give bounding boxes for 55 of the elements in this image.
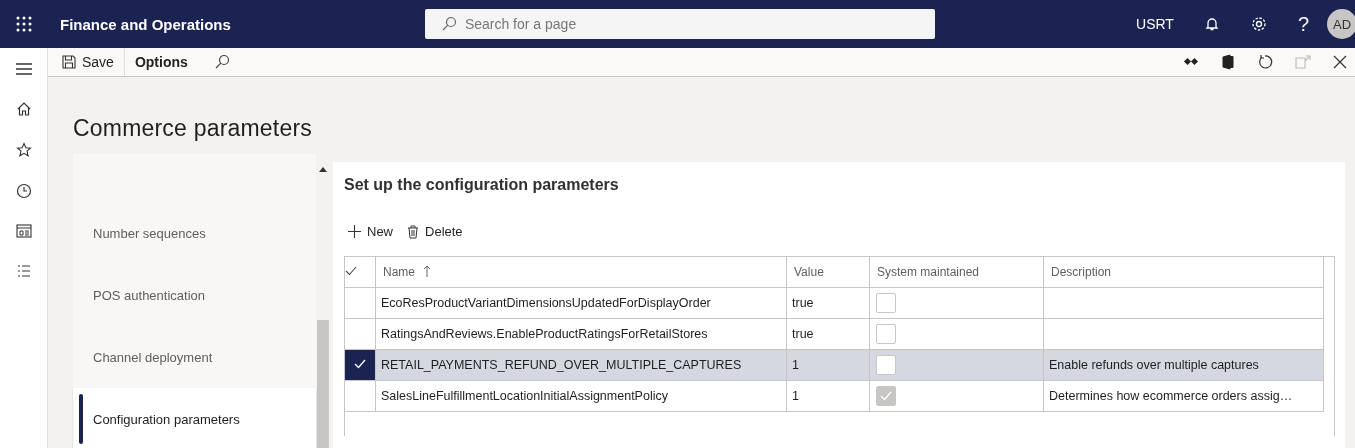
save-icon [62,55,76,69]
checkmark-icon [879,390,893,402]
row-selector[interactable] [345,349,376,381]
table-cell: true [786,287,870,319]
help-button[interactable]: ? [1297,12,1309,36]
sort-arrow-icon [423,265,431,277]
settings-icon[interactable] [1249,15,1268,33]
company-selector[interactable]: USRT [1136,16,1174,32]
search-icon[interactable] [213,54,230,70]
scroll-up-icon[interactable] [319,166,327,172]
trash-icon [407,224,419,239]
nav-item[interactable]: Channel deployment [73,326,316,388]
refresh-icon[interactable] [1257,54,1273,70]
options-tab[interactable]: Options [132,50,190,74]
nav-item[interactable]: POS authentication [73,264,316,326]
save-button[interactable]: Save [60,50,116,74]
workspace-icon[interactable] [15,224,32,238]
table-cell: SalesLineFulfillmentLocationInitialAssignmentPolicy [375,380,787,412]
table-cell: RETAIL_PAYMENTS_REFUND_OVER_MULTIPLE_CAPTURES [375,349,787,381]
diamond-dots-icon[interactable] [1183,56,1199,68]
delete-button[interactable]: Delete [407,224,463,239]
table-cell: Determines how ecommerce orders assig… [1049,389,1293,403]
table-cell: 1 [786,380,870,412]
office-icon[interactable] [1221,54,1235,70]
table-cell: 1 [786,349,870,381]
new-button[interactable]: New [348,224,393,239]
page-title: Commerce parameters [73,115,313,142]
column-header[interactable]: Name [383,265,415,279]
app-title: Finance and Operations [60,15,231,33]
table-cell: Enable refunds over multiple captures [1049,358,1259,372]
bell-icon[interactable] [1203,16,1220,32]
menu-icon[interactable] [14,62,33,76]
star-icon[interactable] [15,142,32,158]
checkbox[interactable] [876,355,896,375]
search-icon [440,16,457,32]
checkmark-icon [354,359,366,369]
nav-item[interactable]: Configuration parameters [73,388,316,448]
section-title: Set up the configuration parameters [344,176,620,194]
column-header[interactable]: Description [1043,257,1324,288]
home-icon[interactable] [15,101,32,117]
column-header[interactable]: System maintained [869,257,1044,288]
clock-icon[interactable] [15,183,32,199]
close-icon[interactable] [1333,55,1347,69]
list-icon[interactable] [15,263,32,279]
column-header[interactable]: Value [786,257,870,288]
table-cell: RatingsAndReviews.EnableProductRatingsForRetailStores [375,318,787,350]
checkbox[interactable] [876,293,896,313]
user-avatar[interactable]: AD [1327,9,1355,39]
table-cell: true [786,318,870,350]
app-launcher-icon[interactable] [16,16,32,32]
nav-item[interactable]: Number sequences [73,202,316,264]
table-cell: EcoResProductVariantDimensionsUpdatedForDisplayOrder [375,287,787,319]
checkbox[interactable] [876,324,896,344]
plus-icon [348,225,361,238]
select-all-icon[interactable] [345,266,357,276]
